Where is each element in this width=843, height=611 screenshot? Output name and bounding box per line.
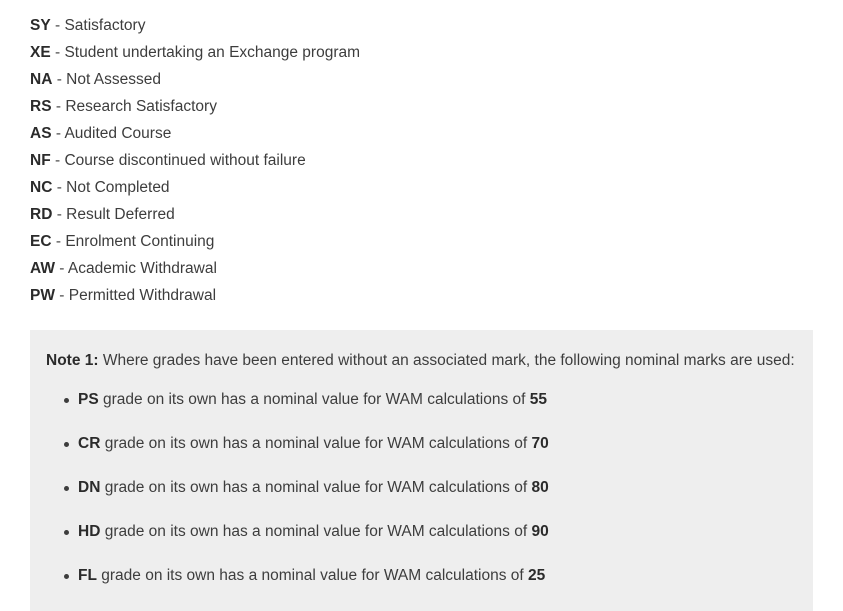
grade-legend-item: NA - Not Assessed (30, 66, 790, 93)
grade-separator: - (52, 179, 67, 196)
grade-separator: - (54, 260, 68, 277)
bullet-text: grade on its own has a nominal value for… (96, 567, 528, 584)
list-item: DN grade on its own has a nominal value … (46, 477, 797, 499)
grade-separator: - (51, 233, 66, 250)
bullet-grade-code: DN (78, 479, 101, 496)
bullet-grade-code: PS (78, 391, 99, 408)
grade-separator: - (50, 17, 65, 34)
grade-legend-item: NC - Not Completed (30, 174, 790, 201)
grade-code: NA (30, 71, 53, 88)
grade-legend-item: RD - Result Deferred (30, 201, 790, 228)
grade-legend-item: AW - Academic Withdrawal (30, 255, 790, 282)
grade-description: Student undertaking an Exchange program (64, 44, 361, 61)
bullet-grade-code: HD (78, 523, 101, 540)
grade-description: Course discontinued without failure (64, 152, 306, 169)
grade-separator: - (54, 287, 69, 304)
grade-legend-item: AS - Audited Course (30, 120, 790, 147)
list-item: CR grade on its own has a nominal value … (46, 433, 797, 455)
grade-code: SY (30, 17, 51, 34)
grade-code: NC (30, 179, 53, 196)
grade-legend-list: SY - Satisfactory XE - Student undertaki… (30, 12, 790, 309)
grade-code: AS (30, 125, 52, 142)
bullet-text: grade on its own has a nominal value for… (98, 391, 530, 408)
grade-description: Not Assessed (66, 71, 161, 88)
bullet-nominal-value: 90 (531, 523, 549, 540)
note-text: Where grades have been entered without a… (98, 352, 795, 369)
grade-legend-item: RS - Research Satisfactory (30, 93, 790, 120)
grade-code: NF (30, 152, 51, 169)
grade-code: EC (30, 233, 52, 250)
grade-separator: - (52, 206, 67, 223)
grade-legend-item: SY - Satisfactory (30, 12, 790, 39)
list-item: FL grade on its own has a nominal value … (46, 565, 797, 587)
grade-code: AW (30, 260, 55, 277)
nominal-marks-list: PS grade on its own has a nominal value … (46, 389, 797, 587)
grade-code: XE (30, 44, 51, 61)
grade-legend-item: NF - Course discontinued without failure (30, 147, 790, 174)
grade-description: Satisfactory (64, 17, 146, 34)
grade-separator: - (50, 44, 65, 61)
bullet-text: grade on its own has a nominal value for… (100, 523, 532, 540)
grade-separator: - (50, 152, 65, 169)
grade-separator: - (51, 98, 66, 115)
grade-code: RD (30, 206, 53, 223)
bullet-nominal-value: 25 (528, 567, 546, 584)
list-item: PS grade on its own has a nominal value … (46, 389, 797, 411)
bullet-nominal-value: 55 (529, 391, 547, 408)
grade-legend-item: EC - Enrolment Continuing (30, 228, 790, 255)
grade-description: Enrolment Continuing (65, 233, 215, 250)
note-label: Note 1: (46, 352, 99, 369)
grade-description: Academic Withdrawal (67, 260, 217, 277)
grade-legend-item: XE - Student undertaking an Exchange pro… (30, 39, 790, 66)
bullet-grade-code: CR (78, 435, 101, 452)
bullet-grade-code: FL (78, 567, 97, 584)
grade-description: Not Completed (66, 179, 170, 196)
grade-code: PW (30, 287, 55, 304)
bullet-text: grade on its own has a nominal value for… (100, 479, 532, 496)
note-paragraph: Note 1: Where grades have been entered w… (46, 348, 797, 373)
grade-separator: - (52, 71, 67, 88)
grade-separator: - (51, 125, 65, 142)
bullet-nominal-value: 70 (531, 435, 549, 452)
grade-description: Result Deferred (66, 206, 175, 223)
grade-description: Research Satisfactory (65, 98, 217, 115)
grade-legend-item: PW - Permitted Withdrawal (30, 282, 790, 309)
bullet-nominal-value: 80 (531, 479, 549, 496)
bullet-text: grade on its own has a nominal value for… (100, 435, 532, 452)
grade-code: RS (30, 98, 52, 115)
list-item: HD grade on its own has a nominal value … (46, 521, 797, 543)
grade-description: Audited Course (64, 125, 172, 142)
grade-description: Permitted Withdrawal (68, 287, 217, 304)
note-callout-box: Note 1: Where grades have been entered w… (30, 330, 813, 611)
